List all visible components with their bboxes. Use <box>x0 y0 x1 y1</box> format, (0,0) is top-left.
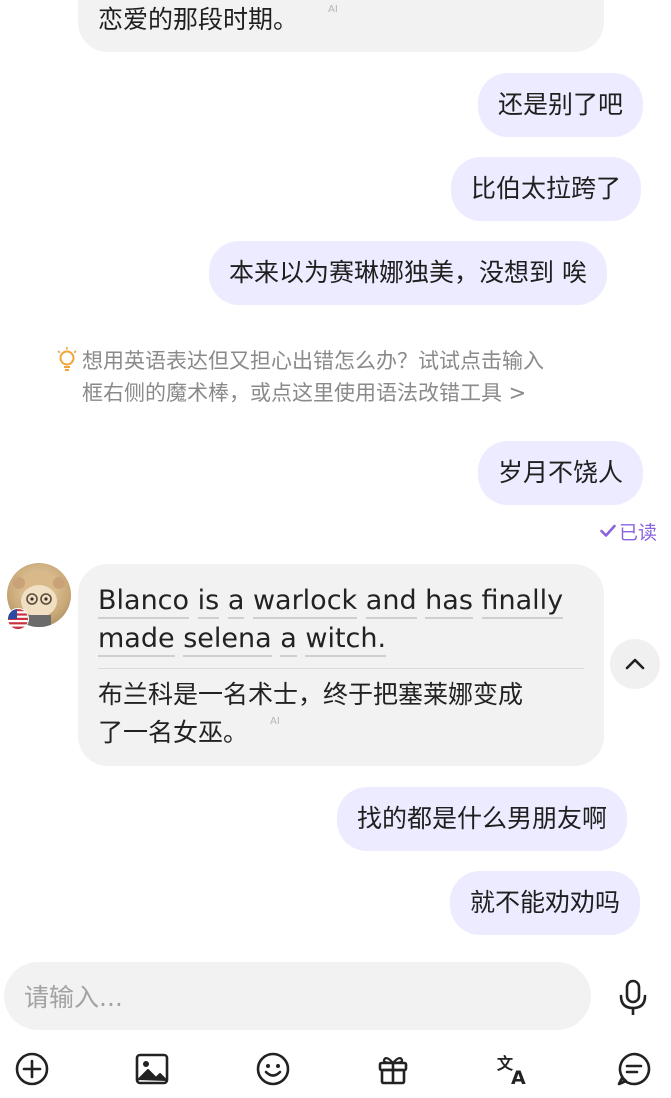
outgoing-message[interactable]: 就不能劝劝吗 <box>450 871 641 935</box>
read-status: 已读 <box>600 518 657 545</box>
outgoing-message[interactable]: 比伯太拉跨了 <box>451 157 642 221</box>
message-text: 就不能劝劝吗 <box>470 888 621 917</box>
svg-text:A: A <box>511 1067 526 1087</box>
chevron-up-icon <box>625 655 645 674</box>
outgoing-message[interactable]: 本来以为赛琳娜独美，没想到 唉 <box>209 241 607 305</box>
add-icon[interactable] <box>12 1049 52 1089</box>
read-label: 已读 <box>618 522 657 544</box>
tip-text-line2[interactable]: 框右侧的魔术棒，或点这里使用语法改错工具 > <box>82 377 526 409</box>
message-text: 还是别了吧 <box>498 90 624 119</box>
translation-line1: 布兰科是一名术士，终于把塞莱娜变成 <box>98 680 524 709</box>
outgoing-message[interactable]: 岁月不饶人 <box>478 441 644 505</box>
word[interactable]: made <box>98 623 175 657</box>
message-text: 本来以为赛琳娜独美，没想到 唉 <box>229 258 587 287</box>
english-text-line1: Blanco is a warlock and has finally <box>98 582 564 620</box>
message-text: 比伯太拉跨了 <box>471 174 622 203</box>
check-icon <box>600 521 616 543</box>
collapse-translation-button[interactable] <box>610 639 660 689</box>
translation-line2: 了一名女巫。 <box>98 718 249 747</box>
microphone-icon[interactable] <box>615 978 651 1022</box>
word[interactable]: and <box>365 585 417 619</box>
emoji-icon[interactable] <box>253 1049 293 1089</box>
message-input[interactable]: 请输入... <box>4 962 591 1030</box>
us-flag-icon <box>7 608 29 630</box>
translation-divider <box>98 668 584 669</box>
word[interactable]: Blanco <box>98 585 190 619</box>
image-icon[interactable] <box>132 1049 172 1089</box>
gift-icon[interactable] <box>373 1049 413 1089</box>
ai-label: AI <box>328 4 338 15</box>
word[interactable]: has <box>425 585 473 619</box>
word[interactable]: witch. <box>305 623 387 657</box>
word[interactable]: a <box>227 585 245 619</box>
translate-icon[interactable]: 文 A <box>494 1049 534 1089</box>
outgoing-message[interactable]: 还是别了吧 <box>478 73 644 137</box>
chat-icon[interactable] <box>614 1049 654 1089</box>
english-text-line2: made selena a witch. <box>98 620 563 658</box>
input-placeholder: 请输入... <box>24 983 123 1012</box>
lightbulb-icon <box>56 347 78 382</box>
tip-text-line1: 想用英语表达但又担心出错怎么办？试试点击输入 <box>82 349 544 373</box>
incoming-message-partial[interactable]: 恋爱的那段时期。 AI <box>78 0 604 52</box>
outgoing-message[interactable]: 找的都是什么男朋友啊 <box>337 787 628 851</box>
word[interactable]: finally <box>481 585 564 619</box>
ai-label: AI <box>270 716 280 727</box>
word[interactable]: warlock <box>252 585 358 619</box>
word[interactable]: a <box>280 623 297 657</box>
word[interactable]: is <box>197 585 220 619</box>
bottom-toolbar: 文 A <box>0 1040 671 1098</box>
incoming-message[interactable]: Blanco is a warlock and has finally made… <box>78 564 604 766</box>
message-text: 岁月不饶人 <box>498 458 624 487</box>
message-text: 恋爱的那段时期。 <box>98 5 299 34</box>
message-text: 找的都是什么男朋友啊 <box>357 804 608 833</box>
word[interactable]: selena <box>183 623 272 657</box>
